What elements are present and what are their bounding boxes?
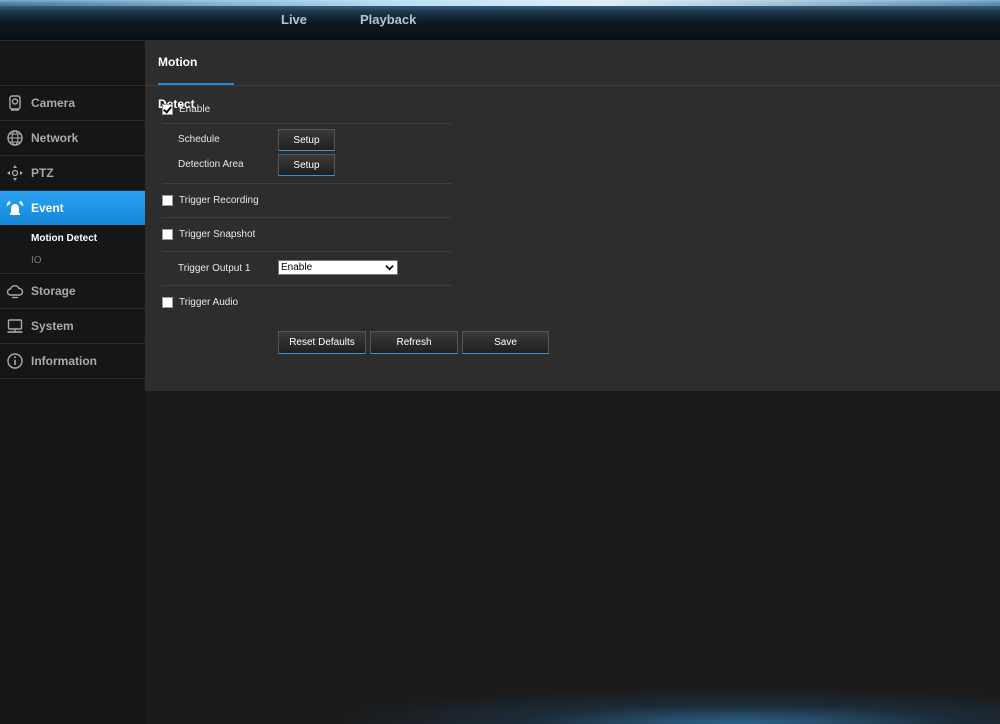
sidebar-item-storage[interactable]: Storage <box>0 274 145 309</box>
trigger-audio-checkbox[interactable] <box>162 296 173 308</box>
enable-label: Enable <box>179 103 211 115</box>
camera-icon <box>0 86 30 120</box>
settings-panel: Motion Detect Enable Schedule Setup Dete… <box>145 41 1000 391</box>
ptz-arrows-icon <box>0 156 30 190</box>
tab-strip: Motion Detect <box>145 41 1000 111</box>
submenu-item-motion-detect[interactable]: Motion Detect <box>0 227 145 249</box>
sidebar-item-label: Storage <box>31 284 76 298</box>
trigger-output-label: Trigger Output 1 <box>178 263 251 274</box>
trigger-snapshot-label: Trigger Snapshot <box>179 228 256 240</box>
sidebar-item-event[interactable]: Event <box>0 191 153 225</box>
sidebar-item-information[interactable]: Information <box>0 344 145 379</box>
sidebar-item-camera[interactable]: Camera <box>0 86 145 121</box>
trigger-recording-row: Trigger Recording <box>162 183 452 218</box>
save-button[interactable]: Save <box>462 331 549 354</box>
network-globe-icon <box>0 121 30 155</box>
trigger-audio-row: Trigger Audio <box>162 285 452 319</box>
trigger-output-select[interactable]: Enable <box>278 260 398 275</box>
event-submenu: Motion Detect IO <box>0 225 145 274</box>
chevron-down-icon <box>385 265 394 271</box>
sidebar-header-spacer <box>0 41 145 86</box>
nav-playback-link[interactable]: Playback <box>360 12 416 27</box>
sidebar-item-ptz[interactable]: PTZ <box>0 156 145 191</box>
sidebar-item-label: Information <box>31 354 97 368</box>
sidebar-item-label: PTZ <box>31 166 54 180</box>
top-navigation-bar: Live Playback <box>0 0 1000 41</box>
trigger-recording-label: Trigger Recording <box>179 194 259 206</box>
nav-live-link[interactable]: Live <box>281 12 307 27</box>
monitor-icon <box>0 309 30 343</box>
submenu-item-io[interactable]: IO <box>0 249 145 271</box>
reset-defaults-button[interactable]: Reset Defaults <box>278 331 366 354</box>
refresh-button[interactable]: Refresh <box>370 331 458 354</box>
trigger-recording-checkbox[interactable] <box>162 194 173 206</box>
sidebar: Camera Network PTZ Event Motion Detect I… <box>0 41 153 724</box>
info-icon <box>0 344 30 378</box>
detection-area-label: Detection Area <box>178 159 244 170</box>
sidebar-item-label: Camera <box>31 96 76 110</box>
cloud-storage-icon <box>0 274 30 308</box>
sidebar-item-label: Event <box>31 201 64 215</box>
schedule-label: Schedule <box>178 134 220 145</box>
enable-row: Enable <box>162 95 452 124</box>
trigger-snapshot-checkbox[interactable] <box>162 228 173 240</box>
sidebar-item-system[interactable]: System <box>0 309 145 344</box>
sidebar-item-label: Network <box>31 131 79 145</box>
sidebar-item-network[interactable]: Network <box>0 121 145 156</box>
schedule-setup-button[interactable]: Setup <box>278 129 335 151</box>
tab-motion-detect[interactable]: Motion Detect <box>158 41 234 111</box>
trigger-snapshot-row: Trigger Snapshot <box>162 217 452 252</box>
detection-area-setup-button[interactable]: Setup <box>278 154 335 176</box>
enable-checkbox[interactable] <box>162 103 173 115</box>
sidebar-item-label: System <box>31 319 74 333</box>
alarm-siren-icon <box>0 191 30 225</box>
trigger-audio-label: Trigger Audio <box>179 296 239 308</box>
bottom-decorative-glow <box>350 690 1000 724</box>
trigger-output-value: Enable <box>281 262 313 273</box>
